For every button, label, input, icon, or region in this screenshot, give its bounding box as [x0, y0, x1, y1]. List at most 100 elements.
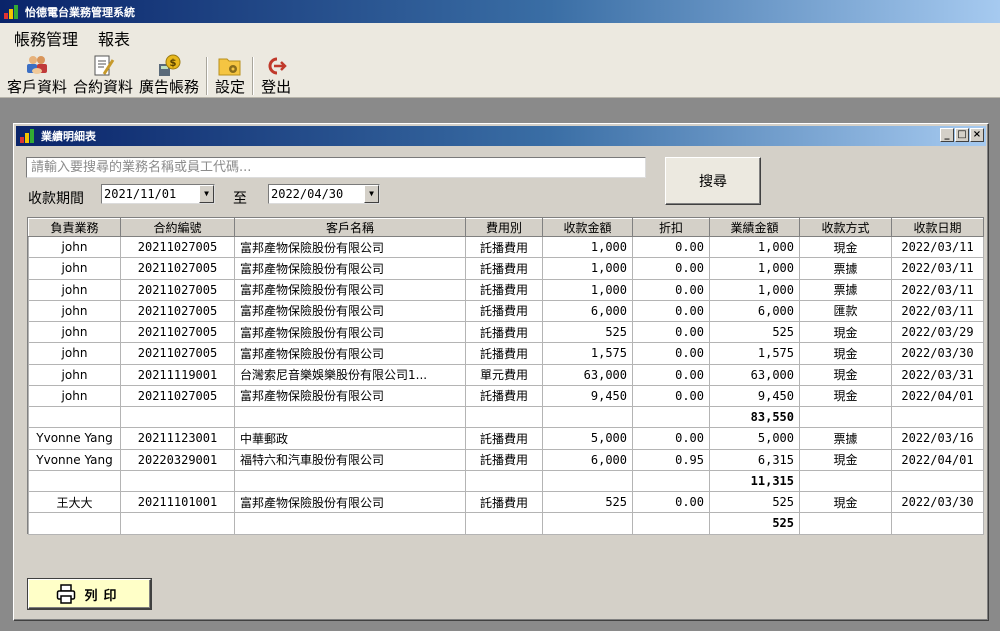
- table-row[interactable]: 王大大 20211101001 富邦產物保險股份有限公司 託播費用 525 0.00 525…: [28, 490, 984, 514]
- customers-handshake-icon: [24, 54, 50, 78]
- cell-fee-type: 託播費用: [465, 490, 543, 514]
- cell-date: 2022/03/11: [891, 278, 984, 301]
- table-row[interactable]: john 20211027005 富邦產物保險股份有限公司 託播費用 1,000 0.00…: [28, 257, 984, 280]
- cell-fee-type: 託播費用: [465, 278, 543, 301]
- minimize-button[interactable]: _: [940, 128, 954, 142]
- col-header-discount[interactable]: 折扣: [632, 218, 710, 237]
- cell-amount: 6,000: [542, 299, 633, 323]
- table-row[interactable]: john 20211027005 富邦產物保險股份有限公司 託播費用 9,450 0.00…: [28, 384, 984, 408]
- cell-method: 匯款: [799, 299, 892, 323]
- cell-date: 2022/03/11: [891, 235, 984, 259]
- cell-client: 富邦產物保險股份有限公司: [234, 320, 466, 344]
- col-header-date[interactable]: 收款日期: [891, 218, 984, 237]
- cell-date: 2022/03/29: [891, 320, 984, 344]
- empty-cell: [28, 405, 121, 429]
- restore-button[interactable]: □: [955, 128, 969, 142]
- table-row[interactable]: john 20211119001 台灣索尼音樂娛樂股份有限公司1... 單元費用 63,…: [28, 363, 984, 386]
- cell-fee-type: 託播費用: [465, 448, 543, 471]
- subtotal-row[interactable]: 11,315: [28, 469, 984, 493]
- cell-client: 台灣索尼音樂娛樂股份有限公司1...: [234, 363, 466, 386]
- cell-amount: 1,000: [542, 278, 633, 301]
- date-from-value: 2021/11/01: [104, 187, 177, 201]
- col-header-rep[interactable]: 負責業務: [28, 218, 121, 237]
- cell-method: 現金: [799, 363, 892, 386]
- col-header-amount[interactable]: 收款金額: [542, 218, 633, 237]
- cell-amount: 6,000: [542, 448, 633, 471]
- table-row[interactable]: john 20211027005 富邦產物保險股份有限公司 託播費用 1,000 0.00…: [28, 235, 984, 259]
- date-to-picker[interactable]: 2022/04/30 ▼: [268, 184, 380, 204]
- cell-client: 富邦產物保險股份有限公司: [234, 235, 466, 259]
- empty-cell: [465, 512, 543, 535]
- table-row[interactable]: Yvonne Yang 20211123001 中華郵政 託播費用 5,000 0.00 5…: [28, 427, 984, 450]
- sales-table: 負責業務 合約編號 客戶名稱 費用別 收款金額 折扣 業績金額 收款方式 收款日…: [28, 218, 984, 535]
- subtotal-row[interactable]: 525: [28, 512, 984, 535]
- cell-amount: 5,000: [542, 427, 633, 450]
- col-header-fee-type[interactable]: 費用別: [465, 218, 543, 237]
- col-header-method[interactable]: 收款方式: [799, 218, 892, 237]
- empty-cell: [542, 469, 633, 493]
- close-button[interactable]: ×: [970, 128, 984, 142]
- cell-discount: 0.00: [632, 490, 710, 514]
- empty-cell: [891, 469, 984, 493]
- customers-button[interactable]: 客戶資料: [4, 53, 70, 98]
- search-input[interactable]: [26, 157, 646, 178]
- ad-accounts-button[interactable]: $ 廣告帳務: [136, 53, 202, 98]
- chevron-down-icon[interactable]: ▼: [199, 185, 214, 203]
- subtotal-sales: 83,550: [709, 405, 800, 429]
- menu-accounting[interactable]: 帳務管理: [14, 26, 78, 50]
- empty-cell: [632, 405, 710, 429]
- cell-fee-type: 單元費用: [465, 363, 543, 386]
- empty-cell: [234, 469, 466, 493]
- cell-date: 2022/03/11: [891, 257, 984, 280]
- chevron-down-icon[interactable]: ▼: [364, 185, 379, 203]
- window-chart-icon: [20, 129, 35, 143]
- logout-button[interactable]: 登出: [258, 53, 294, 98]
- svg-text:$: $: [170, 58, 177, 69]
- menu-reports[interactable]: 報表: [98, 26, 130, 50]
- search-button[interactable]: 搜尋: [665, 157, 761, 205]
- cell-amount: 9,450: [542, 384, 633, 408]
- window-controls: _ □ ×: [940, 128, 984, 142]
- date-from-picker[interactable]: 2021/11/01 ▼: [101, 184, 215, 204]
- cell-discount: 0.00: [632, 384, 710, 408]
- cell-amount: 525: [542, 490, 633, 514]
- sales-detail-window: 業績明細表 _ □ × 搜尋 收款期間 2021/11/01 ▼ 至 2022/…: [13, 123, 989, 621]
- cell-rep: john: [28, 299, 121, 323]
- table-row[interactable]: Yvonne Yang 20220329001 福特六和汽車股份有限公司 託播費用 6,…: [28, 448, 984, 471]
- col-header-client[interactable]: 客戶名稱: [234, 218, 466, 237]
- cell-discount: 0.00: [632, 427, 710, 450]
- col-header-sales[interactable]: 業績金額: [709, 218, 800, 237]
- cell-rep: john: [28, 384, 121, 408]
- cell-client: 富邦產物保險股份有限公司: [234, 299, 466, 323]
- cell-amount: 525: [542, 320, 633, 344]
- empty-cell: [234, 405, 466, 429]
- table-row[interactable]: john 20211027005 富邦產物保險股份有限公司 託播費用 6,000 0.00…: [28, 299, 984, 323]
- subtotal-sales: 11,315: [709, 469, 800, 493]
- table-row[interactable]: john 20211027005 富邦產物保險股份有限公司 託播費用 525 0.00 52…: [28, 320, 984, 344]
- table-row[interactable]: john 20211027005 富邦產物保險股份有限公司 託播費用 1,000 0.00…: [28, 278, 984, 301]
- app-titlebar: 怡德電台業務管理系統: [0, 0, 1000, 23]
- empty-cell: [799, 469, 892, 493]
- cell-contract: 20211027005: [120, 384, 235, 408]
- contracts-button[interactable]: 合約資料: [70, 53, 136, 98]
- cell-contract: 20220329001: [120, 448, 235, 471]
- empty-cell: [542, 405, 633, 429]
- empty-cell: [120, 469, 235, 493]
- print-button[interactable]: 列印: [28, 579, 151, 609]
- cell-rep: john: [28, 235, 121, 259]
- subtotal-row[interactable]: 83,550: [28, 405, 984, 429]
- col-header-contract[interactable]: 合約編號: [120, 218, 235, 237]
- sales-grid[interactable]: 負責業務 合約編號 客戶名稱 費用別 收款金額 折扣 業績金額 收款方式 收款日…: [27, 217, 984, 535]
- toolbar: 客戶資料 合約資料 $ 廣告帳務 設定 登出: [0, 53, 1000, 98]
- cell-fee-type: 託播費用: [465, 235, 543, 259]
- cell-fee-type: 託播費用: [465, 384, 543, 408]
- cell-method: 現金: [799, 384, 892, 408]
- table-row[interactable]: john 20211027005 富邦產物保險股份有限公司 託播費用 1,575 0.00…: [28, 342, 984, 365]
- cell-method: 現金: [799, 342, 892, 365]
- settings-button[interactable]: 設定: [212, 53, 248, 98]
- period-label: 收款期間: [28, 191, 84, 207]
- toolbar-separator: [206, 57, 209, 95]
- cell-sales: 1,575: [709, 342, 800, 365]
- grid-body: john 20211027005 富邦產物保險股份有限公司 託播費用 1,000 0.00…: [28, 235, 984, 535]
- settings-label: 設定: [215, 78, 246, 96]
